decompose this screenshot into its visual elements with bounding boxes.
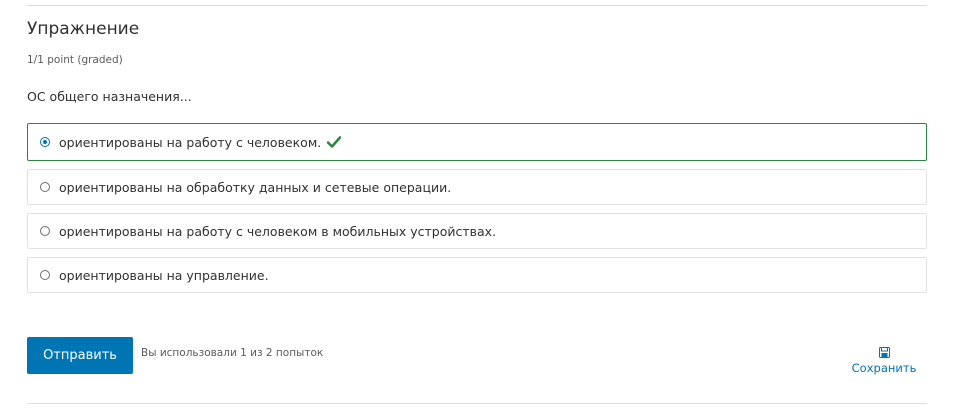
save-label: Сохранить (851, 361, 917, 375)
choice-label: ориентированы на работу с человеком в мо… (59, 223, 497, 239)
floppy-disk-icon (878, 347, 890, 358)
choice-label: ориентированы на работу с человеком. (59, 134, 322, 150)
radio-button-selected[interactable] (40, 137, 50, 147)
choice-option-4[interactable]: ориентированы на управление. (27, 257, 927, 293)
problem-title: Упражнение (27, 19, 140, 39)
choice-option-1[interactable]: ориентированы на работу с человеком. (27, 123, 927, 161)
problem-page: Упражнение 1/1 point (graded) ОС общего … (0, 0, 960, 410)
bottom-divider (27, 403, 927, 404)
save-button[interactable]: Сохранить (846, 347, 922, 381)
submit-button[interactable]: Отправить (27, 337, 133, 374)
checkmark-icon (327, 136, 342, 148)
top-divider (27, 5, 927, 6)
choice-label: ориентированы на управление. (59, 267, 269, 283)
radio-button[interactable] (40, 270, 50, 280)
question-text: ОС общего назначения... (27, 89, 192, 104)
problem-points: 1/1 point (graded) (27, 54, 123, 66)
attempts-counter: Вы использовали 1 из 2 попыток (141, 347, 324, 359)
radio-button[interactable] (40, 226, 50, 236)
choice-label: ориентированы на обработку данных и сете… (59, 179, 452, 195)
radio-button[interactable] (40, 182, 50, 192)
choice-option-3[interactable]: ориентированы на работу с человеком в мо… (27, 213, 927, 249)
choice-option-2[interactable]: ориентированы на обработку данных и сете… (27, 169, 927, 205)
